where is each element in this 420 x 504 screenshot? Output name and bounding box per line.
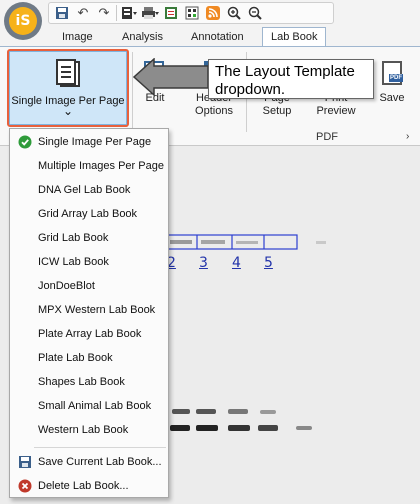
tab-image[interactable]: Image	[62, 28, 93, 46]
save-icon	[18, 455, 32, 469]
menu-item-label: Grid Lab Book	[38, 232, 109, 244]
menu-separator	[34, 447, 166, 448]
zoom-in-icon[interactable]	[225, 4, 243, 22]
save-icon[interactable]	[53, 4, 71, 22]
print-icon[interactable]	[141, 4, 159, 22]
preview-label: Preview	[316, 105, 356, 117]
pdf-badge-text: PDF	[390, 75, 402, 81]
tab-analysis[interactable]: Analysis	[122, 28, 163, 46]
menu-item-dna-gel-lab-book[interactable]: DNA Gel Lab Book	[10, 179, 168, 201]
tab-lab-book[interactable]: Lab Book	[262, 27, 327, 47]
menu-item-label: MPX Western Lab Book	[38, 304, 156, 316]
menu-item-label: Single Image Per Page	[38, 136, 152, 148]
menu-item-label: Plate Array Lab Book	[38, 328, 142, 340]
menu-item-multiple-images-per-page[interactable]: Multiple Images Per Page	[10, 155, 168, 177]
options-label: Options	[195, 105, 233, 117]
menu-item-save-current-lab-book[interactable]: Save Current Lab Book...	[10, 451, 168, 473]
menu-item-mpx-western-lab-book[interactable]: MPX Western Lab Book	[10, 299, 168, 321]
group-launcher-icon[interactable]: ›	[406, 131, 409, 142]
lane-label[interactable]: 5	[264, 255, 273, 271]
menu-item-delete-lab-book[interactable]: Delete Lab Book...	[10, 475, 168, 497]
menu-item-label: Shapes Lab Book	[38, 376, 125, 388]
layout-template-menu: Single Image Per Page Multiple Images Pe…	[9, 128, 169, 498]
menu-item-shapes-lab-book[interactable]: Shapes Lab Book	[10, 371, 168, 393]
lane-label[interactable]: 3	[199, 255, 208, 271]
save-label: Save	[379, 92, 405, 104]
save-pdf-button[interactable]: PDF Save	[374, 60, 410, 105]
menu-item-plate-array-lab-book[interactable]: Plate Array Lab Book	[10, 323, 168, 345]
menu-item-label: Western Lab Book	[38, 424, 129, 436]
chevron-down-icon: ⌄	[62, 104, 74, 118]
tab-annotation[interactable]: Annotation	[191, 28, 244, 46]
menu-item-label: DNA Gel Lab Book	[38, 184, 131, 196]
menu-item-grid-array-lab-book[interactable]: Grid Array Lab Book	[10, 203, 168, 225]
quick-access-bar: ↶ ↷	[48, 2, 334, 24]
document-layout-icon	[55, 59, 81, 89]
check-icon	[18, 135, 32, 149]
pdf-group-title: PDF	[316, 131, 338, 143]
menu-item-single-image-per-page[interactable]: Single Image Per Page	[10, 131, 168, 153]
export-icon[interactable]	[162, 4, 180, 22]
menu-item-small-animal-lab-book[interactable]: Small Animal Lab Book	[10, 395, 168, 417]
menu-item-label: ICW Lab Book	[38, 256, 109, 268]
menu-item-label: Plate Lab Book	[38, 352, 113, 364]
menu-item-label: Small Animal Lab Book	[38, 400, 152, 412]
menu-item-label: Grid Array Lab Book	[38, 208, 138, 220]
toolbar-separator	[116, 5, 117, 21]
app-logo: iS	[9, 7, 37, 35]
undo-icon[interactable]: ↶	[74, 4, 92, 22]
quick-access-toolbar: iS ↶ ↷	[0, 0, 420, 40]
setup-label: Setup	[262, 105, 292, 117]
ribbon-tabs: Image Analysis Annotation Lab Book	[0, 27, 420, 47]
menu-item-label: JonDoeBlot	[38, 280, 95, 292]
menu-item-plate-lab-book[interactable]: Plate Lab Book	[10, 347, 168, 369]
layout-icon[interactable]	[120, 4, 138, 22]
app-menu-button[interactable]: iS	[4, 2, 42, 40]
menu-item-label: Save Current Lab Book...	[38, 456, 162, 468]
barcode-icon[interactable]	[183, 4, 201, 22]
menu-item-western-lab-book[interactable]: Western Lab Book	[10, 419, 168, 441]
lane-label[interactable]: 4	[232, 255, 241, 271]
delete-icon	[18, 479, 32, 493]
zoom-out-icon[interactable]	[246, 4, 264, 22]
callout-box: The Layout Template dropdown.	[208, 59, 374, 99]
rss-icon[interactable]	[204, 4, 222, 22]
callout-arrow	[132, 58, 209, 97]
menu-item-icw-lab-book[interactable]: ICW Lab Book	[10, 251, 168, 273]
redo-icon[interactable]: ↷	[95, 4, 113, 22]
menu-item-label: Multiple Images Per Page	[38, 160, 164, 172]
layout-template-dropdown[interactable]: Single Image Per Page ⌄	[9, 51, 127, 125]
pdf-icon: PDF	[379, 60, 405, 86]
menu-item-label: Delete Lab Book...	[38, 480, 129, 492]
menu-item-grid-lab-book[interactable]: Grid Lab Book	[10, 227, 168, 249]
menu-item-jondoeblot[interactable]: JonDoeBlot	[10, 275, 168, 297]
